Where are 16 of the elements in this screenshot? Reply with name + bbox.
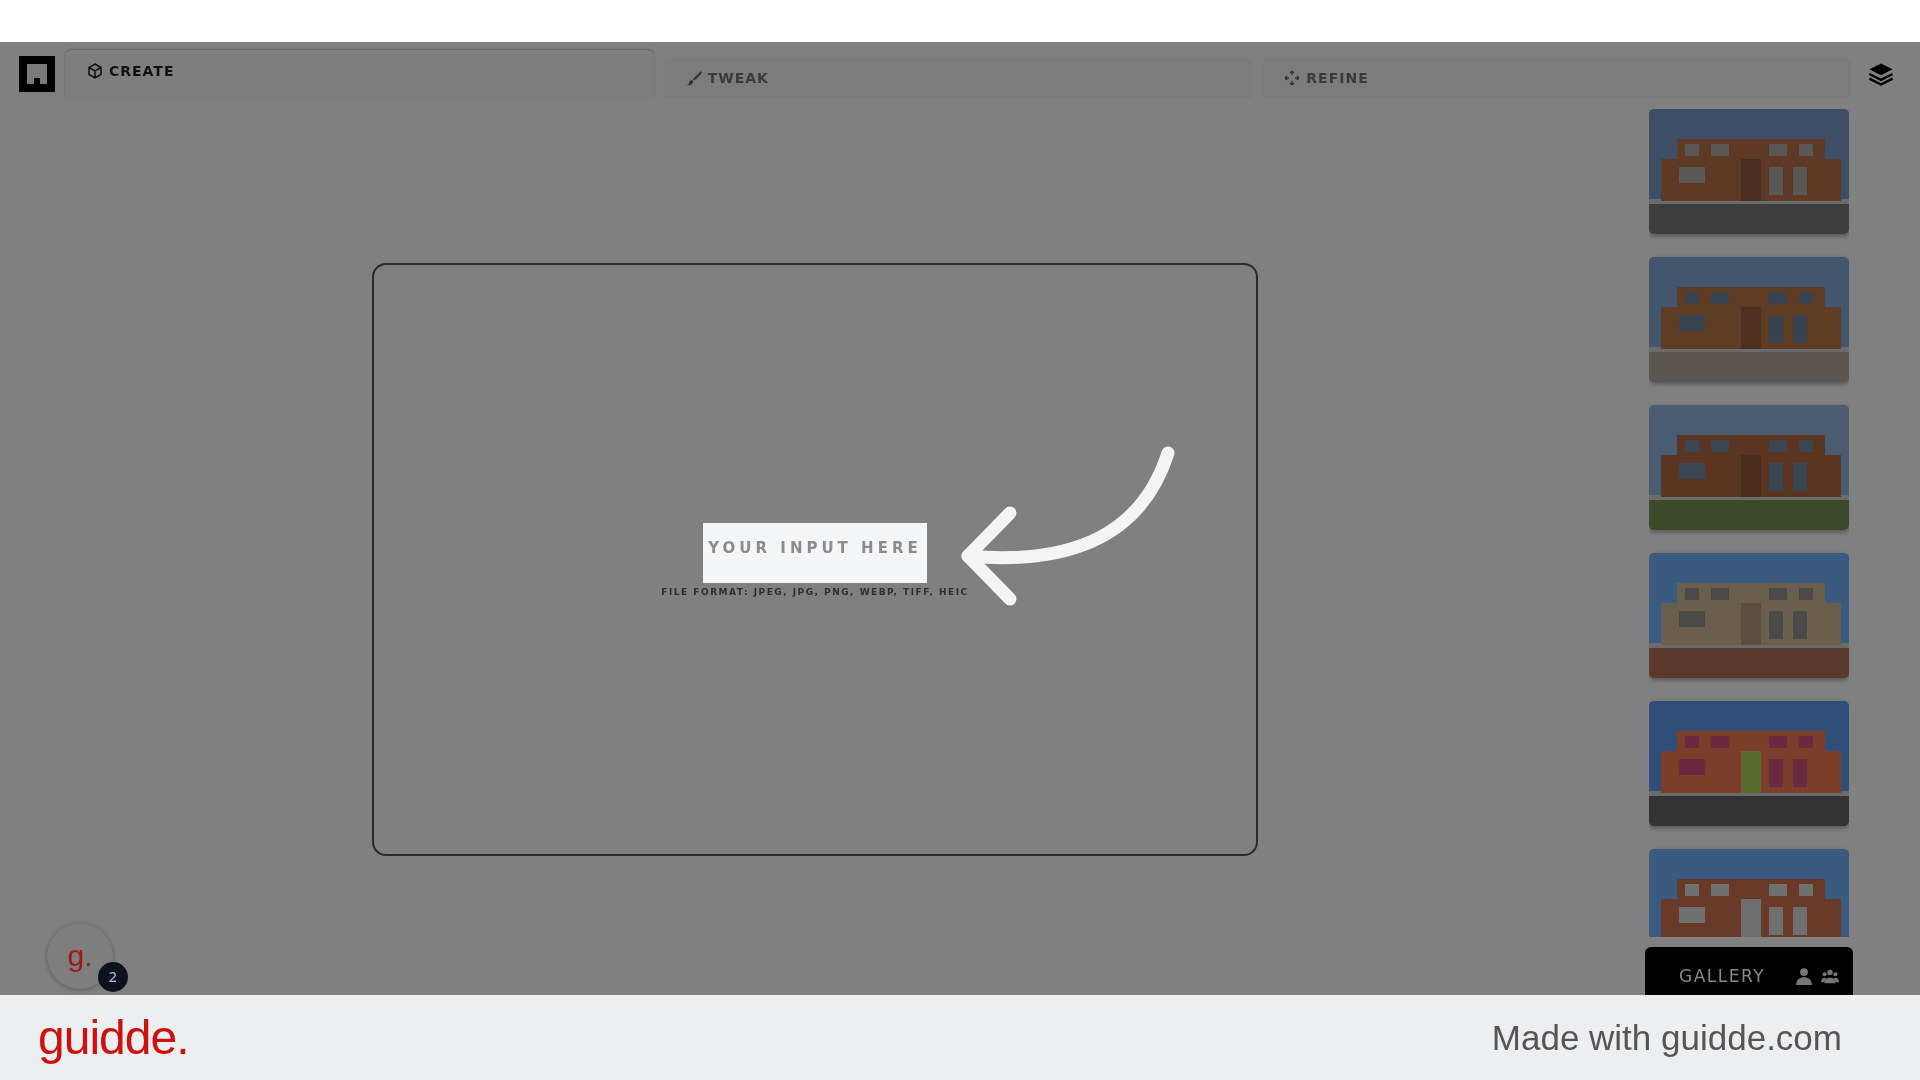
tab[interactable]: CREATE xyxy=(65,50,654,98)
crosshair-icon xyxy=(1284,70,1301,86)
tab[interactable]: REFINE xyxy=(1262,58,1851,98)
user-icon xyxy=(1795,967,1814,985)
brush-icon xyxy=(685,70,702,86)
upload-area[interactable]: YOUR INPUT HERE FILE FORMAT: JPEG, JPG, PNG, WEBP, TIFF, HEIC xyxy=(372,263,1258,856)
notification-badge: 2 xyxy=(98,962,128,992)
file-format-text: FILE FORMAT: JPEG, JPG, PNG, WEBP, TIFF, HEIC xyxy=(661,586,969,597)
gallery-button[interactable]: GALLERY xyxy=(1645,947,1853,995)
upload-title: YOUR INPUT HERE xyxy=(708,538,922,557)
cube-icon xyxy=(87,63,103,79)
users-icon xyxy=(1821,967,1840,985)
brand-logo: guidde. xyxy=(38,1010,189,1065)
logo-icon[interactable] xyxy=(19,56,55,92)
tab[interactable]: TWEAK xyxy=(663,58,1253,98)
credit-text: Made with guidde.com xyxy=(1491,1017,1842,1058)
